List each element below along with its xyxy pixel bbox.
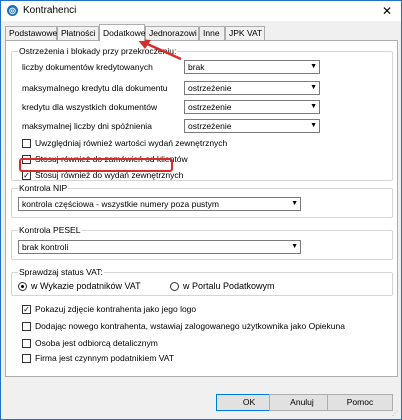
assign-logged-user-checkbox[interactable]: Dodając nowego kontrahenta, wstawiaj zal… bbox=[22, 320, 345, 332]
chevron-down-icon: ▼ bbox=[310, 84, 317, 91]
annotation-highlight bbox=[19, 158, 173, 172]
limit-select-value: ostrzeżenie bbox=[188, 83, 232, 93]
pesel-control-select[interactable]: brak kontroli ▼ bbox=[18, 240, 301, 254]
checkbox-label: Firma jest czynnym podatnikiem VAT bbox=[35, 353, 175, 363]
limit-select-value: ostrzeżenie bbox=[188, 102, 232, 112]
show-photo-as-logo-checkbox[interactable]: ✓ Pokazuj zdjęcie kontrahenta jako jego … bbox=[22, 303, 196, 315]
checkbox-label: Uwzględniaj również wartości wydań zewnę… bbox=[35, 138, 228, 148]
nip-control-select[interactable]: kontrola częściowa - wszystkie numery po… bbox=[18, 197, 301, 211]
chevron-down-icon: ▼ bbox=[291, 243, 298, 250]
tab-page-dodatkowe: Ostrzeżenia i blokady przy przekroczeniu… bbox=[5, 40, 398, 377]
vat-radio-wykaz[interactable]: w Wykazie podatników VAT bbox=[18, 280, 141, 292]
title-bar: ◎ Kontrahenci ✕ bbox=[1, 1, 401, 21]
radio-button[interactable] bbox=[18, 281, 27, 291]
radio-label: w Wykazie podatników VAT bbox=[31, 281, 141, 291]
chevron-down-icon: ▼ bbox=[310, 122, 317, 129]
checkbox-label: Pokazuj zdjęcie kontrahenta jako jego lo… bbox=[35, 304, 197, 314]
chevron-down-icon: ▼ bbox=[291, 200, 298, 207]
retail-recipient-checkbox[interactable]: Osoba jest odbiorcą detalicznym bbox=[22, 337, 158, 349]
radio-label: w Portalu Podatkowym bbox=[183, 281, 275, 291]
checkbox-label: Osoba jest odbiorcą detalicznym bbox=[35, 338, 158, 348]
checkbox-label: Dodając nowego kontrahenta, wstawiaj zal… bbox=[35, 321, 345, 331]
limit-label-total-credit: kredytu dla wszystkich dokumentów bbox=[22, 102, 158, 112]
tab-dodatkowe[interactable]: Dodatkowe bbox=[99, 24, 146, 41]
resize-grip-icon[interactable]: ⋰ bbox=[392, 410, 400, 418]
close-button[interactable]: ✕ bbox=[379, 3, 395, 19]
limit-label-max-credit: maksymalnego kredytu dla dokumentu bbox=[22, 83, 168, 93]
pesel-legend: Kontrola PESEL bbox=[18, 225, 82, 235]
checkbox-box[interactable] bbox=[22, 321, 31, 331]
limit-select-documents-count[interactable]: brak ▼ bbox=[184, 60, 320, 74]
nip-legend: Kontrola NIP bbox=[18, 183, 69, 193]
chevron-down-icon: ▼ bbox=[310, 103, 317, 110]
checkbox-box[interactable] bbox=[22, 138, 31, 148]
include-external-issues-checkbox[interactable]: Uwzględniaj również wartości wydań zewnę… bbox=[22, 137, 227, 149]
vat-radio-portal[interactable]: w Portalu Podatkowym bbox=[170, 280, 275, 292]
chevron-down-icon: ▼ bbox=[310, 63, 317, 70]
window-title: Kontrahenci bbox=[23, 5, 77, 16]
dialog-window: ◎ Kontrahenci ✕ Podstawowe Płatności Dod… bbox=[0, 0, 402, 420]
app-icon: ◎ bbox=[7, 5, 18, 16]
limit-label-delay-days: maksymalnej liczby dni spóźnienia bbox=[22, 121, 152, 131]
vat-status-legend: Sprawdzaj status VAT: bbox=[18, 267, 104, 277]
cancel-button[interactable]: Anuluj bbox=[269, 394, 335, 411]
limit-select-value: ostrzeżenie bbox=[188, 121, 232, 131]
check-icon[interactable]: ✓ bbox=[22, 304, 31, 314]
limit-select-max-credit[interactable]: ostrzeżenie ▼ bbox=[184, 81, 320, 95]
checkbox-box[interactable] bbox=[22, 338, 31, 348]
help-button[interactable]: Pomoc bbox=[327, 394, 393, 411]
annotation-arrow-icon bbox=[137, 39, 182, 61]
tab-podstawowe[interactable]: Podstawowe bbox=[5, 26, 57, 40]
limit-select-total-credit[interactable]: ostrzeżenie ▼ bbox=[184, 100, 320, 114]
tab-platnosci[interactable]: Płatności bbox=[57, 26, 99, 40]
checkbox-box[interactable] bbox=[22, 353, 31, 363]
limit-select-delay-days[interactable]: ostrzeżenie ▼ bbox=[184, 119, 320, 133]
active-vat-payer-checkbox[interactable]: Firma jest czynnym podatnikiem VAT bbox=[22, 352, 174, 364]
radio-button[interactable] bbox=[170, 281, 179, 291]
pesel-select-value: brak kontroli bbox=[22, 242, 69, 252]
nip-select-value: kontrola częściowa - wszystkie numery po… bbox=[22, 199, 219, 209]
tab-jpk-vat[interactable]: JPK VAT bbox=[225, 26, 265, 40]
tab-inne[interactable]: Inne bbox=[199, 26, 225, 40]
